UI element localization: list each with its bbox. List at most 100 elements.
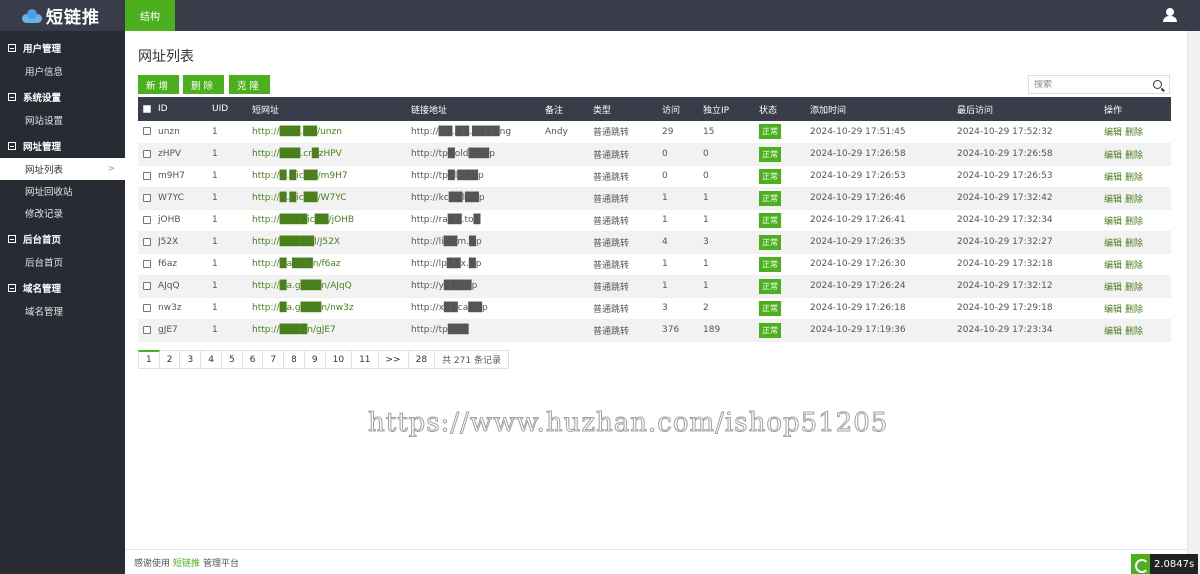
cell-short-url[interactable]: http://█a.g███n/nw3z bbox=[252, 303, 354, 313]
cell-short-url[interactable]: http://███.cr█zHPV bbox=[252, 149, 342, 159]
select-all-checkbox[interactable] bbox=[143, 104, 151, 113]
search-icon[interactable] bbox=[1153, 80, 1162, 89]
delete-link[interactable]: 删除 bbox=[1125, 217, 1143, 227]
page-button[interactable]: 6 bbox=[242, 350, 264, 369]
cell-note bbox=[545, 275, 593, 298]
cell-short-url[interactable]: http://█a███n/f6az bbox=[252, 259, 341, 269]
delete-link[interactable]: 删除 bbox=[1125, 195, 1143, 205]
sidebar-group-user[interactable]: 用户管理 bbox=[0, 36, 125, 60]
cell-short-url[interactable]: http://█████l/J52X bbox=[252, 237, 340, 247]
edit-link[interactable]: 编辑 bbox=[1104, 151, 1122, 161]
load-time-badge: 2.0847s bbox=[1131, 554, 1199, 574]
table-row: W7YC 1 http://█.█ic██/W7YC http://kc██l██p 普… bbox=[138, 187, 1171, 210]
collapse-icon bbox=[8, 44, 16, 52]
sidebar-group-url[interactable]: 网址管理 bbox=[0, 134, 125, 158]
page-button[interactable]: 3 bbox=[180, 350, 202, 369]
edit-link[interactable]: 编辑 bbox=[1104, 239, 1122, 249]
delete-link[interactable]: 删除 bbox=[1125, 283, 1143, 293]
cell-short-url[interactable]: http://█.█ic██/m9H7 bbox=[252, 171, 348, 181]
row-checkbox[interactable] bbox=[143, 127, 151, 136]
col-uid[interactable]: UID bbox=[212, 97, 252, 121]
edit-link[interactable]: 编辑 bbox=[1104, 217, 1122, 227]
delete-link[interactable]: 删除 bbox=[1125, 151, 1143, 161]
cell-target-url: http://x██ca██p bbox=[411, 297, 545, 320]
edit-link[interactable]: 编辑 bbox=[1104, 195, 1122, 205]
sidebar-item-url-list[interactable]: 网址列表 > bbox=[0, 158, 125, 180]
delete-link[interactable]: 删除 bbox=[1125, 173, 1143, 183]
delete-button[interactable]: 删除 bbox=[183, 75, 224, 94]
logo[interactable]: 短链推 bbox=[0, 0, 125, 31]
page-button[interactable]: 1 bbox=[138, 350, 160, 369]
sidebar-group-domain[interactable]: 域名管理 bbox=[0, 276, 125, 300]
page-button[interactable]: 2 bbox=[159, 350, 181, 369]
edit-link[interactable]: 编辑 bbox=[1104, 327, 1122, 337]
sidebar-item-url-recycle[interactable]: 网址回收站 bbox=[0, 180, 125, 202]
page-button[interactable]: 10 bbox=[325, 350, 353, 369]
page-button[interactable]: 9 bbox=[304, 350, 326, 369]
row-checkbox[interactable] bbox=[143, 259, 151, 268]
sidebar-item-change-log[interactable]: 修改记录 bbox=[0, 202, 125, 224]
col-status[interactable]: 状态 bbox=[759, 97, 810, 121]
user-icon[interactable] bbox=[1163, 8, 1177, 23]
row-checkbox[interactable] bbox=[143, 303, 151, 312]
footer-brand-link[interactable]: 短链推 bbox=[173, 556, 200, 569]
edit-link[interactable]: 编辑 bbox=[1104, 283, 1122, 293]
col-unique-ip[interactable]: 独立IP bbox=[703, 97, 759, 121]
search-input[interactable] bbox=[1034, 79, 1149, 90]
sidebar-item-user-info[interactable]: 用户信息 bbox=[0, 60, 125, 82]
col-type[interactable]: 类型 bbox=[593, 97, 662, 121]
delete-link[interactable]: 删除 bbox=[1125, 327, 1143, 337]
page-button[interactable]: 11 bbox=[352, 350, 379, 369]
page-button[interactable]: 5 bbox=[221, 350, 243, 369]
clone-button[interactable]: 克隆 bbox=[229, 75, 270, 94]
delete-link[interactable]: 删除 bbox=[1125, 128, 1143, 138]
cell-short-url[interactable]: http://████ic██/jOHB bbox=[252, 215, 354, 225]
page-button[interactable]: 7 bbox=[263, 350, 285, 369]
sidebar-item-admin-home[interactable]: 后台首页 bbox=[0, 251, 125, 273]
cell-short-url[interactable]: http://████n/gJE7 bbox=[252, 325, 336, 335]
col-target-url[interactable]: 链接地址 bbox=[411, 97, 545, 121]
cell-visits: 1 bbox=[662, 275, 703, 298]
watermark: https://www.huzhan.com/ishop51205 bbox=[367, 408, 889, 439]
row-checkbox[interactable] bbox=[143, 171, 151, 180]
row-checkbox[interactable] bbox=[143, 215, 151, 224]
scrollbar[interactable] bbox=[1187, 31, 1200, 574]
edit-link[interactable]: 编辑 bbox=[1104, 261, 1122, 271]
sidebar-item-domain-manage[interactable]: 域名管理 bbox=[0, 300, 125, 322]
cell-type: 普通跳转 bbox=[593, 275, 662, 298]
cell-uid: 1 bbox=[212, 143, 252, 166]
row-checkbox[interactable] bbox=[143, 193, 151, 202]
add-button[interactable]: 新增 bbox=[138, 75, 179, 94]
cell-target-url: http://li██m.█p bbox=[411, 231, 545, 254]
tab-structure[interactable]: 结构 bbox=[125, 0, 175, 31]
delete-link[interactable]: 删除 bbox=[1125, 239, 1143, 249]
edit-link[interactable]: 编辑 bbox=[1104, 128, 1122, 138]
row-checkbox[interactable] bbox=[143, 149, 151, 158]
status-badge: 正常 bbox=[759, 168, 781, 184]
page-next-button[interactable]: >> bbox=[378, 350, 409, 369]
col-id[interactable]: ID bbox=[158, 97, 212, 121]
row-checkbox[interactable] bbox=[143, 281, 151, 290]
edit-link[interactable]: 编辑 bbox=[1104, 305, 1122, 315]
col-short-url[interactable]: 短网址 bbox=[252, 97, 411, 121]
row-checkbox[interactable] bbox=[143, 325, 151, 334]
sidebar-group-system[interactable]: 系统设置 bbox=[0, 85, 125, 109]
cell-short-url[interactable]: http://█a.g███n/AJqQ bbox=[252, 281, 352, 291]
col-added[interactable]: 添加时间 bbox=[810, 97, 957, 121]
status-badge: 正常 bbox=[759, 256, 781, 272]
cell-short-url[interactable]: http://█.█ic██/W7YC bbox=[252, 193, 347, 203]
page-button[interactable]: 8 bbox=[284, 350, 305, 369]
col-visits[interactable]: 访问 bbox=[662, 97, 703, 121]
sidebar-item-site-settings[interactable]: 网站设置 bbox=[0, 109, 125, 131]
page-button[interactable]: 28 bbox=[408, 350, 436, 369]
delete-link[interactable]: 删除 bbox=[1125, 261, 1143, 271]
sidebar-group-admin-home[interactable]: 后台首页 bbox=[0, 227, 125, 251]
col-note[interactable]: 备注 bbox=[545, 97, 593, 121]
col-last-visit[interactable]: 最后访问 bbox=[957, 97, 1104, 121]
row-checkbox[interactable] bbox=[143, 237, 151, 246]
cell-id: AJqQ bbox=[158, 275, 212, 298]
page-button[interactable]: 4 bbox=[201, 350, 222, 369]
cell-short-url[interactable]: http://███.██/unzn bbox=[252, 127, 342, 137]
delete-link[interactable]: 删除 bbox=[1125, 305, 1143, 315]
edit-link[interactable]: 编辑 bbox=[1104, 173, 1122, 183]
